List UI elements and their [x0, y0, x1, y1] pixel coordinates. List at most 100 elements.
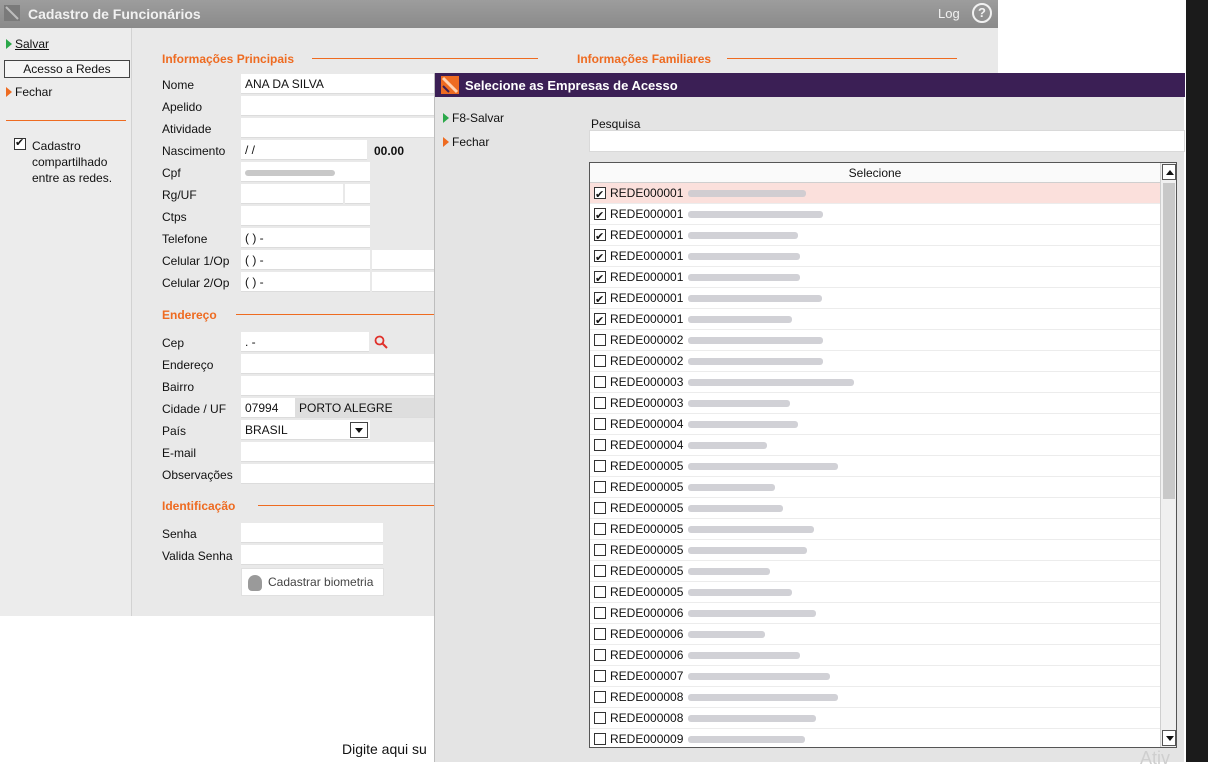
- company-checkbox[interactable]: [594, 311, 606, 332]
- company-row[interactable]: REDE000001: [590, 288, 1160, 311]
- save-button[interactable]: Salvar: [6, 36, 49, 52]
- mobile1-field[interactable]: ( ) -: [241, 250, 370, 270]
- company-row[interactable]: REDE000005: [590, 456, 1160, 477]
- company-checkbox[interactable]: [594, 248, 606, 269]
- close-button[interactable]: Fechar: [6, 84, 52, 100]
- birthdate-field[interactable]: / /: [241, 140, 367, 160]
- background-area: [998, 0, 1186, 72]
- dialog-close-button[interactable]: Fechar: [443, 134, 489, 150]
- company-checkbox[interactable]: [594, 227, 606, 248]
- company-row[interactable]: REDE000002: [590, 330, 1160, 351]
- zip-field[interactable]: . -: [241, 332, 369, 352]
- company-checkbox[interactable]: [594, 334, 606, 346]
- city-code-field[interactable]: 07994: [241, 398, 295, 418]
- mobile2-operator-field[interactable]: [372, 272, 434, 292]
- phone-field[interactable]: ( ) -: [241, 228, 370, 248]
- company-checkbox[interactable]: [594, 712, 606, 724]
- company-checkbox[interactable]: [594, 269, 606, 290]
- company-checkbox[interactable]: [594, 607, 606, 619]
- company-checkbox[interactable]: [594, 418, 606, 430]
- company-code: REDE000006: [610, 606, 684, 620]
- company-checkbox[interactable]: [594, 691, 606, 703]
- company-row[interactable]: REDE000004: [590, 414, 1160, 435]
- company-checkbox[interactable]: [594, 460, 606, 472]
- companies-grid: Selecione REDE000001REDE000001REDE000001…: [589, 162, 1177, 748]
- company-checkbox[interactable]: [594, 649, 606, 661]
- redacted-company-name: [688, 295, 822, 302]
- company-row[interactable]: REDE000002: [590, 351, 1160, 372]
- company-row[interactable]: REDE000006: [590, 603, 1160, 624]
- company-checkbox[interactable]: [594, 185, 606, 206]
- scroll-thumb[interactable]: [1163, 183, 1175, 499]
- company-row[interactable]: REDE000005: [590, 540, 1160, 561]
- log-link[interactable]: Log: [938, 6, 960, 21]
- company-checkbox[interactable]: [594, 481, 606, 493]
- shared-record-checkbox[interactable]: [14, 136, 26, 150]
- company-row[interactable]: REDE000007: [590, 666, 1160, 687]
- company-row[interactable]: REDE000005: [590, 561, 1160, 582]
- grid-scrollbar[interactable]: [1160, 163, 1176, 747]
- company-row[interactable]: REDE000006: [590, 645, 1160, 666]
- company-row[interactable]: REDE000008: [590, 708, 1160, 729]
- company-row[interactable]: REDE000003: [590, 393, 1160, 414]
- password-field[interactable]: [241, 523, 383, 543]
- notes-field[interactable]: [241, 464, 434, 484]
- company-row[interactable]: REDE000005: [590, 477, 1160, 498]
- company-checkbox[interactable]: [594, 523, 606, 535]
- company-row[interactable]: REDE000008: [590, 687, 1160, 708]
- company-row[interactable]: REDE000005: [590, 498, 1160, 519]
- company-checkbox[interactable]: [594, 670, 606, 682]
- nickname-field[interactable]: [241, 96, 434, 116]
- company-checkbox[interactable]: [594, 586, 606, 598]
- rg-field[interactable]: [241, 184, 343, 204]
- help-icon[interactable]: ?: [972, 3, 992, 23]
- search-icon[interactable]: [374, 335, 388, 349]
- company-code: REDE000002: [610, 354, 684, 368]
- company-row[interactable]: REDE000006: [590, 624, 1160, 645]
- search-input[interactable]: [589, 130, 1185, 152]
- mobile1-operator-field[interactable]: [372, 250, 434, 270]
- company-row[interactable]: REDE000001: [590, 183, 1160, 206]
- chevron-down-icon[interactable]: [350, 422, 368, 438]
- email-field[interactable]: [241, 442, 434, 462]
- confirm-password-field[interactable]: [241, 545, 383, 565]
- scroll-up-arrow-icon[interactable]: [1162, 164, 1176, 180]
- company-row[interactable]: REDE000001: [590, 204, 1160, 227]
- company-row[interactable]: REDE000001: [590, 309, 1160, 332]
- district-field[interactable]: [241, 376, 434, 396]
- mobile2-field[interactable]: ( ) -: [241, 272, 370, 292]
- company-checkbox[interactable]: [594, 565, 606, 577]
- company-checkbox[interactable]: [594, 290, 606, 311]
- company-row[interactable]: REDE000005: [590, 519, 1160, 540]
- company-code: REDE000005: [610, 501, 684, 515]
- company-checkbox[interactable]: [594, 376, 606, 388]
- company-row[interactable]: REDE000005: [590, 582, 1160, 603]
- company-checkbox[interactable]: [594, 355, 606, 367]
- cpf-field[interactable]: [241, 162, 370, 182]
- street-field[interactable]: [241, 354, 434, 374]
- company-checkbox[interactable]: [594, 439, 606, 451]
- f8-save-button[interactable]: F8-Salvar: [443, 110, 504, 126]
- company-checkbox[interactable]: [594, 397, 606, 409]
- company-checkbox[interactable]: [594, 544, 606, 556]
- name-field[interactable]: ANA DA SILVA: [241, 74, 434, 94]
- company-row[interactable]: REDE000001: [590, 225, 1160, 248]
- company-row[interactable]: REDE000001: [590, 267, 1160, 290]
- company-row[interactable]: REDE000009: [590, 729, 1160, 747]
- ctps-field[interactable]: [241, 206, 370, 226]
- company-row[interactable]: REDE000004: [590, 435, 1160, 456]
- company-code: REDE000005: [610, 543, 684, 557]
- grid-column-header[interactable]: Selecione: [590, 163, 1160, 183]
- activity-field[interactable]: [241, 118, 434, 138]
- scroll-down-arrow-icon[interactable]: [1162, 730, 1176, 746]
- company-row[interactable]: REDE000001: [590, 246, 1160, 269]
- network-access-button[interactable]: Acesso a Redes: [4, 60, 130, 78]
- close-label: Fechar: [15, 85, 53, 99]
- company-row[interactable]: REDE000003: [590, 372, 1160, 393]
- company-checkbox[interactable]: [594, 628, 606, 640]
- rg-uf-field[interactable]: [345, 184, 370, 204]
- register-biometry-button[interactable]: Cadastrar biometria: [241, 568, 384, 596]
- company-checkbox[interactable]: [594, 206, 606, 227]
- company-checkbox[interactable]: [594, 502, 606, 514]
- company-checkbox[interactable]: [594, 733, 606, 745]
